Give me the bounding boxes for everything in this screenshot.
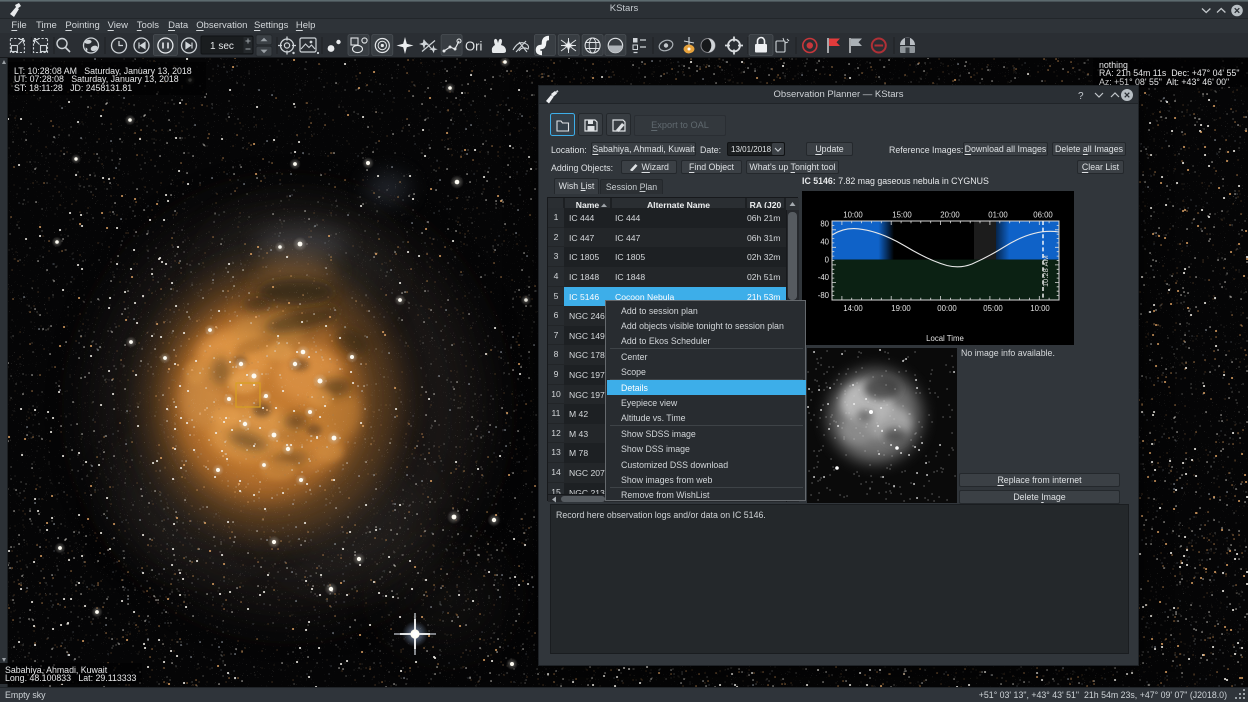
svg-text:10:00: 10:00 [843, 211, 863, 220]
svg-text:20:00: 20:00 [940, 211, 960, 220]
svg-text:14:00: 14:00 [843, 304, 863, 313]
svg-text:-80: -80 [818, 291, 830, 300]
svg-text:10:28 AM: 10:28 AM [1041, 255, 1050, 287]
svg-text:-40: -40 [818, 273, 830, 282]
svg-text:1 sec: 1 sec [210, 41, 234, 52]
svg-text:Ori: Ori [465, 39, 482, 54]
svg-text:01:00: 01:00 [988, 211, 1008, 220]
svg-text:?: ? [1078, 91, 1084, 102]
svg-text:00:00: 00:00 [937, 304, 957, 313]
svg-text:40: 40 [820, 238, 829, 247]
svg-text:10:00: 10:00 [1030, 304, 1050, 313]
svg-text:05:00: 05:00 [983, 304, 1003, 313]
svg-text:Local Time: Local Time [926, 334, 964, 343]
svg-text:19:00: 19:00 [891, 304, 911, 313]
svg-text:0: 0 [825, 256, 830, 265]
svg-text:80: 80 [820, 220, 829, 229]
svg-text:06:00: 06:00 [1033, 211, 1053, 220]
svg-text:15:00: 15:00 [892, 211, 912, 220]
